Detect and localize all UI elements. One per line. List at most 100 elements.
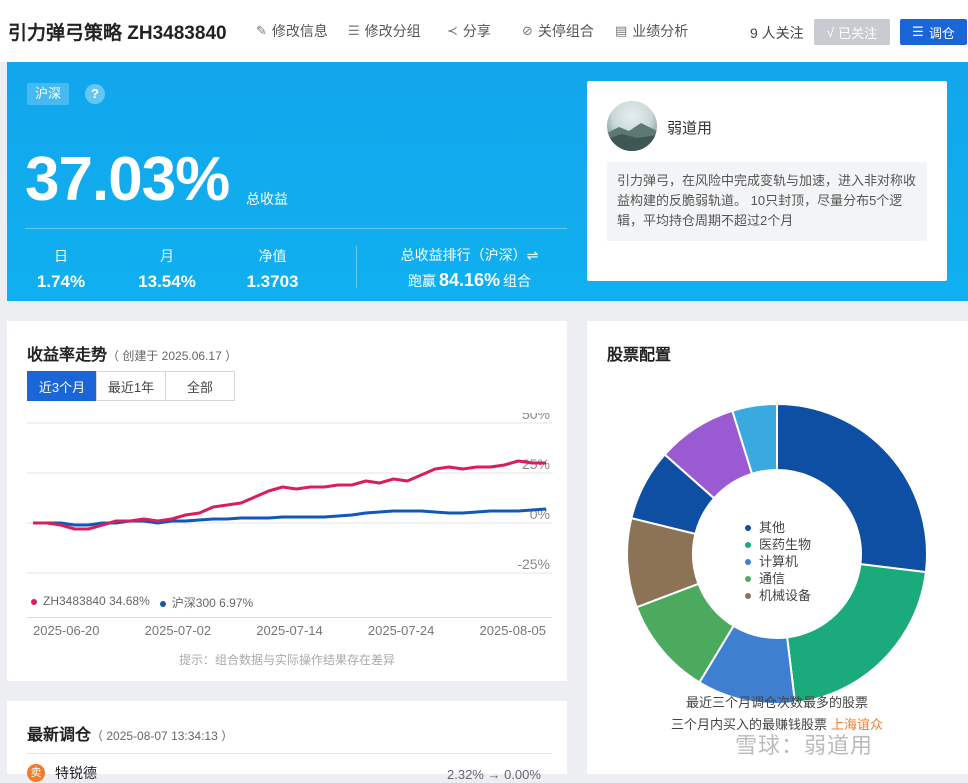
pencil-icon: ✎ [256, 23, 267, 38]
day-return-value: 1.74% [36, 272, 86, 291]
allocation-legend: 其他 医药生物 计算机 通信 机械设备 [745, 519, 811, 604]
divider [356, 246, 357, 288]
legend-dot [745, 592, 751, 599]
net-value-label: 净值 [258, 248, 287, 264]
legend-dot [745, 524, 751, 531]
sliders-icon: ☰ [912, 24, 924, 39]
day-return-label: 日 [54, 248, 68, 264]
legend-benchmark-name: 沪深300 [171, 596, 216, 610]
legend-label: 机械设备 [759, 588, 812, 603]
legend-label: 通信 [759, 571, 786, 586]
followed-label: 已关注 [838, 25, 878, 41]
summary-panel: 沪深 ? 37.03% 总收益 日 1.74% 月 13.54% 净值 1.37… [7, 62, 968, 301]
portfolio-description: 引力弹弓，在风险中完成变轨与加速，进入非对称收益构建的反脆弱轨道。 10只封顶，… [607, 162, 927, 241]
weight-change: 2.32% → 0.00% [447, 767, 541, 782]
share-label: 分享 [462, 23, 491, 39]
latest-rebalance-card: 最新调仓（ 2025-08-07 13:34:13 ） 卖特锐德 2.32% →… [7, 701, 567, 782]
created-date: （ 创建于 2025.06.17 ） [107, 349, 238, 363]
help-icon[interactable]: ? [85, 84, 105, 104]
performance-analysis-button[interactable]: ▤ 业绩分析 [615, 21, 688, 41]
legend-dot [745, 558, 751, 565]
x-axis-line [27, 617, 552, 618]
edit-info-label: 修改信息 [271, 23, 328, 39]
stock-name[interactable]: 特锐德 [55, 763, 97, 783]
followed-button[interactable]: √ 已关注 [814, 19, 890, 45]
series-line[interactable] [33, 459, 546, 531]
list-icon: ☰ [348, 23, 360, 38]
legend-item: 计算机 [745, 553, 811, 570]
legend-label: 计算机 [759, 554, 799, 569]
y-tick-label: -25% [517, 556, 550, 572]
legend-dot [31, 598, 37, 605]
owner-card: 弱道用 引力弹弓，在风险中完成变轨与加速，进入非对称收益构建的反脆弱轨道。 10… [587, 81, 947, 281]
trend-title: 收益率走势（ 创建于 2025.06.17 ） [27, 341, 237, 365]
mountain-image [607, 123, 657, 151]
legend-item: 其他 [745, 519, 811, 536]
allocation-title: 股票配置 [607, 347, 672, 364]
month-return-value: 13.54% [138, 272, 196, 291]
portfolio-title: 引力弹弓策略 ZH3483840 [8, 23, 227, 44]
legend-item-portfolio[interactable]: ZH3483840 34.68% [31, 594, 150, 611]
rebalance-label: 调仓 [928, 25, 955, 41]
rebalance-button[interactable]: ☰ 调仓 [900, 19, 967, 45]
avatar[interactable] [607, 101, 657, 151]
share-button[interactable]: ≺ 分享 [447, 21, 491, 41]
legend-portfolio-value: 34.68% [109, 594, 150, 608]
month-return-label: 月 [160, 248, 174, 264]
check-icon: √ [826, 24, 835, 40]
legend-item: 通信 [745, 570, 811, 587]
legend-item: 机械设备 [745, 587, 811, 604]
legend-benchmark-value: 6.97% [219, 596, 254, 610]
edit-group-label: 修改分组 [364, 23, 421, 39]
x-tick: 2025-07-02 [144, 623, 212, 638]
stop-portfolio-button[interactable]: ⊘ 关停组合 [522, 21, 594, 41]
report-icon: ▤ [615, 23, 628, 38]
watermark: 雪球：弱道用 [735, 733, 874, 758]
trend-title-text: 收益率走势 [27, 347, 108, 364]
legend-dot [159, 600, 166, 607]
return-line-chart: 50%25%0%-25% [27, 413, 552, 574]
latest-time: （ 2025-08-07 13:34:13 ） [91, 729, 234, 743]
chart-legend: ZH3483840 34.68% 沪深300 6.97% [31, 594, 253, 611]
latest-title-text: 最新调仓 [27, 727, 92, 744]
rank-suffix: 组合 [503, 273, 532, 289]
legend-item: 医药生物 [745, 536, 811, 553]
x-tick: 2025-07-14 [256, 623, 323, 638]
tab-all[interactable]: 全部 [165, 371, 235, 401]
net-value: 净值 1.3703 [235, 246, 310, 292]
x-tick: 2025-07-24 [367, 623, 435, 638]
x-tick: 2025-08-05 [479, 623, 547, 638]
performance-analysis-label: 业绩分析 [632, 23, 689, 39]
legend-label: 医药生物 [759, 537, 812, 552]
rank-value: 84.16% [438, 270, 501, 290]
latest-title: 最新调仓（ 2025-08-07 13:34:13 ） [27, 721, 233, 745]
share-icon: ≺ [447, 23, 458, 38]
divider [27, 753, 552, 754]
tab-3-months[interactable]: 近3个月 [27, 371, 97, 401]
data-disclaimer: 提示：组合数据与实际操作结果存在差异 [178, 653, 395, 667]
follower-count: 9 人关注 [750, 25, 804, 41]
tab-1-year[interactable]: 最近1年 [96, 371, 166, 401]
y-tick-label: 50% [522, 413, 550, 422]
return-trend-card: 收益率走势（ 创建于 2025.06.17 ） 近3个月 最近1年 全部 50%… [7, 321, 567, 681]
market-tag: 沪深 [27, 83, 70, 105]
edit-info-button[interactable]: ✎ 修改信息 [256, 21, 328, 41]
month-return: 月 13.54% [127, 246, 207, 292]
edit-group-button[interactable]: ☰ 修改分组 [348, 21, 421, 41]
x-axis: 2025-06-20 2025-07-02 2025-07-14 2025-07… [27, 623, 552, 638]
total-return: 37.03% [25, 145, 230, 214]
return-rank-label: 总收益排行（沪深）⇌ [400, 247, 539, 263]
divider [25, 228, 567, 229]
legend-portfolio-name: ZH3483840 [43, 594, 106, 608]
rebalance-item[interactable]: 卖特锐德 [27, 763, 97, 783]
net-value-value: 1.3703 [246, 272, 299, 291]
sell-icon: 卖 [27, 764, 45, 782]
range-tabs: 近3个月 最近1年 全部 [27, 371, 235, 401]
stop-icon: ⊘ [522, 23, 533, 38]
owner-name[interactable]: 弱道用 [667, 117, 712, 138]
total-return-label: 总收益 [246, 191, 288, 207]
day-return: 日 1.74% [25, 246, 97, 292]
return-rank[interactable]: 总收益排行（沪深）⇌ 跑赢 84.16% 组合 [387, 245, 552, 291]
stop-portfolio-label: 关停组合 [537, 23, 594, 39]
legend-item-benchmark[interactable]: 沪深300 6.97% [159, 594, 254, 611]
